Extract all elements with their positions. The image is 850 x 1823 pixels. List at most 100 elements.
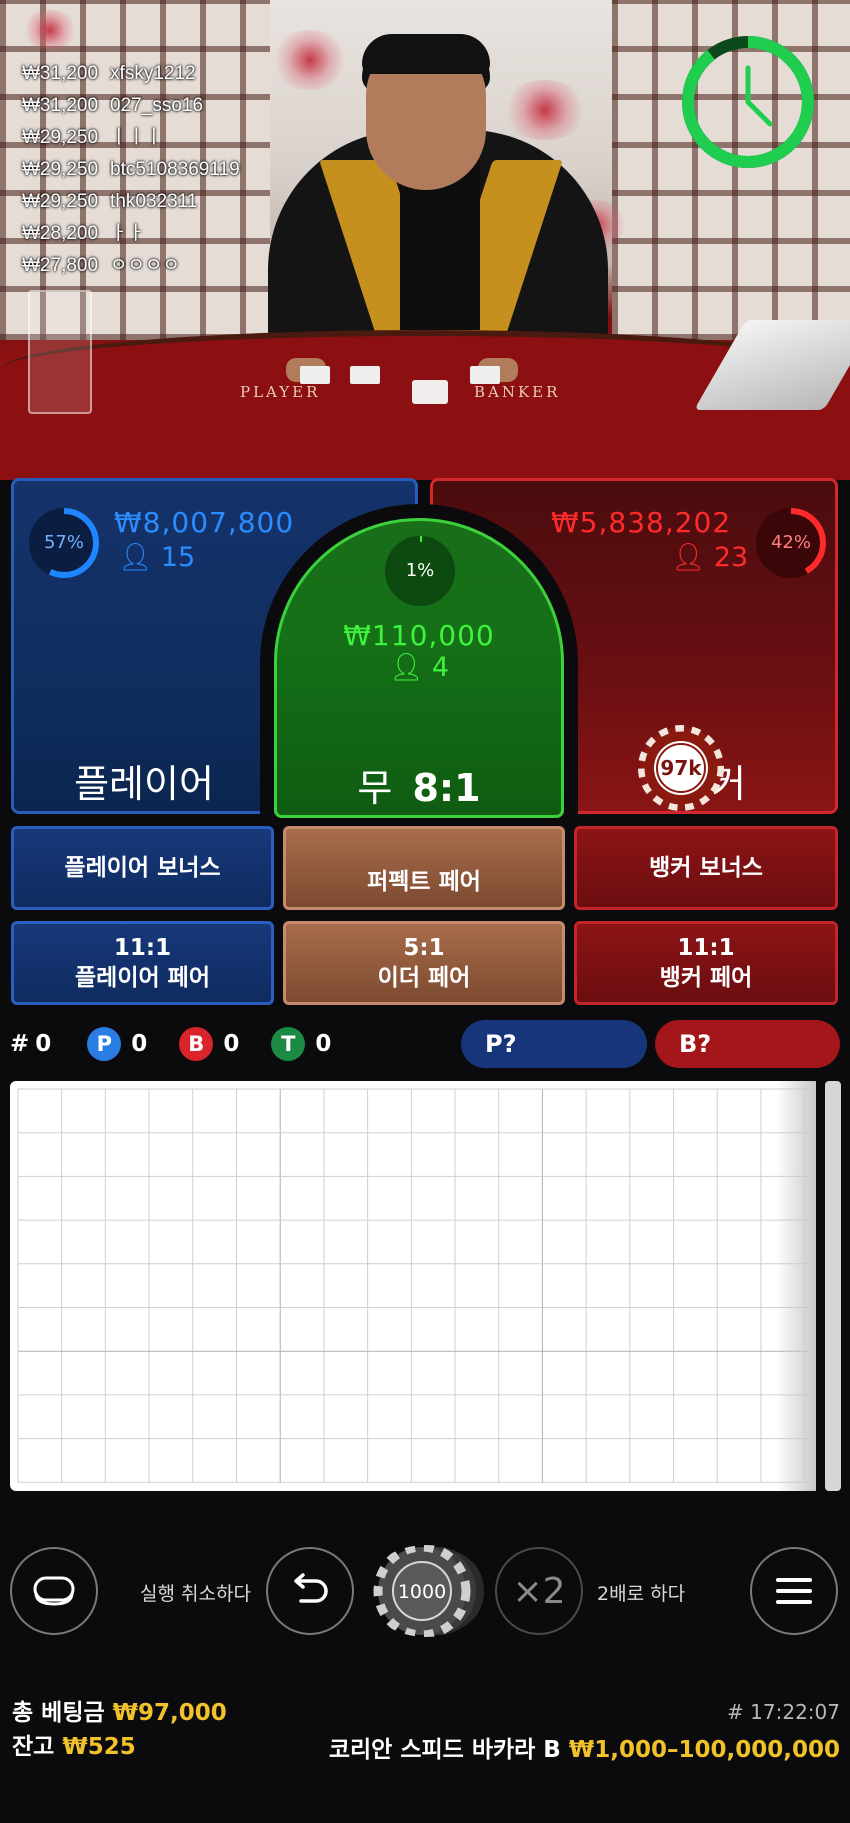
live-bet-row: ₩28,200 ㅏㅏ — [22, 218, 252, 250]
player-pair-button[interactable]: 11:1 플레이어 페어 — [11, 921, 274, 1005]
chip-selector[interactable]: 1000 — [366, 1545, 486, 1637]
live-bet-user: ㅏㅏ — [110, 223, 146, 244]
table-info: 코리안 스피드 바카라 B ₩1,000–100,000,000 — [329, 1730, 840, 1764]
clock-icon — [682, 36, 814, 168]
dealer-hair — [362, 34, 490, 74]
player-total-amount: ₩8,007,800 — [114, 506, 295, 539]
table-name: 코리안 스피드 바카라 B — [328, 1737, 561, 1763]
tie-payout: 8:1 — [412, 766, 481, 810]
live-bet-row: ₩29,250 btc5108369119 — [22, 154, 252, 186]
tie-win-icon: T — [271, 1027, 306, 1061]
banker-bettor-count: 23 — [713, 542, 749, 573]
banker-bonus-label: 뱅커 보너스 — [649, 855, 763, 881]
live-bet-row: ₩31,200 xfsky1212 — [22, 58, 252, 90]
player-pair-odds: 11:1 — [113, 935, 172, 961]
roadmap-grid[interactable] — [10, 1081, 816, 1491]
banker-pair-label: 뱅커 페어 — [659, 965, 753, 991]
player-bonus-button[interactable]: 플레이어 보너스 — [11, 826, 274, 910]
predict-banker-button[interactable]: B? — [655, 1020, 840, 1068]
banker-win-count: 0 — [223, 1031, 240, 1057]
placed-chip[interactable]: 97k — [638, 725, 724, 811]
perfect-pair-label: 퍼펙트 페어 — [367, 869, 481, 895]
menu-button[interactable] — [750, 1547, 838, 1635]
predict-player-button[interactable]: P? — [461, 1020, 647, 1068]
live-bet-amount: ₩29,250 — [22, 159, 99, 180]
hamburger-menu-icon — [776, 1578, 812, 1604]
live-bet-user: xfsky1212 — [110, 63, 196, 84]
live-bet-row: ₩31,200 027_sso16 — [22, 90, 252, 122]
undo-label: 실행 취소하다 — [140, 1583, 251, 1605]
tie-win-count: 0 — [315, 1031, 332, 1057]
roadmap-grid-lines — [17, 1088, 808, 1483]
live-bet-row: ₩29,250 thk032311 — [22, 186, 252, 218]
live-bet-user: thk032311 — [110, 191, 198, 212]
tie-bettor-count: 4 — [431, 652, 450, 683]
tie-bet-area[interactable]: 1% ₩110,000 👤︎ 4 무 8:1 — [274, 518, 564, 818]
perfect-pair-button[interactable]: 퍼펙트 페어 — [283, 826, 565, 910]
banker-pair-button[interactable]: 11:1 뱅커 페어 — [574, 921, 838, 1005]
balance-label: 잔고 — [12, 1734, 55, 1760]
blossom-decoration — [20, 10, 80, 50]
table-player-label: PLAYER — [240, 383, 321, 401]
discard-holder — [28, 290, 92, 414]
round-time: # 17:22:07 — [727, 1700, 840, 1724]
undo-button[interactable] — [266, 1547, 354, 1635]
rounds-count: 0 — [35, 1031, 52, 1057]
live-bet-user: btc5108369119 — [110, 159, 240, 180]
player-percent: 57% — [43, 532, 84, 553]
chip-value: 1000 — [398, 1581, 446, 1603]
card — [300, 366, 330, 384]
live-bets-list: ₩31,200 xfsky1212 ₩31,200 027_sso16 ₩29,250 ㅣ… — [22, 58, 252, 282]
tie-percent: 1% — [405, 560, 435, 581]
card-shoe-icon — [412, 380, 448, 404]
live-bet-amount: ₩29,250 — [22, 127, 99, 148]
table-limits: ₩1,000–100,000,000 — [568, 1737, 840, 1763]
player-percent-wrap: 57% — [26, 505, 102, 581]
player-pair-label: 플레이어 페어 — [75, 965, 210, 991]
banker-win-icon: B — [179, 1027, 214, 1061]
blossom-decoration — [500, 80, 590, 140]
live-bet-amount: ₩27,800 — [22, 255, 99, 276]
double-label: 2배로 하다 — [597, 1583, 686, 1605]
live-bet-amount: ₩31,200 — [22, 63, 99, 84]
banker-pair-odds: 11:1 — [677, 935, 735, 961]
live-bet-row: ₩29,250 ㅣㅣㅣ — [22, 122, 252, 154]
bet-summary: 총 베팅금 ₩97,000 잔고 ₩525 — [12, 1696, 227, 1764]
undo-icon — [294, 1573, 328, 1603]
either-pair-button[interactable]: 5:1 이더 페어 — [283, 921, 565, 1005]
table-banker-label: BANKER — [474, 383, 561, 401]
live-bet-amount: ₩29,250 — [22, 191, 99, 212]
user-icon: 👤︎ — [118, 542, 153, 573]
player-bettor-count: 15 — [160, 542, 196, 573]
tie-total-amount: ₩110,000 — [343, 619, 495, 652]
user-icon: 👤︎ — [671, 542, 706, 573]
player-win-count: 0 — [131, 1031, 148, 1057]
player-bonus-label: 플레이어 보너스 — [64, 855, 221, 881]
tie-label: 무 — [357, 766, 393, 810]
banker-total-amount: ₩5,838,202 — [551, 506, 732, 539]
table-icon — [33, 1576, 75, 1606]
either-pair-odds: 5:1 — [403, 935, 445, 961]
banker-bonus-button[interactable]: 뱅커 보너스 — [574, 826, 838, 910]
player-label: 플레이어 — [74, 762, 214, 806]
round-stats: # 0 P 0 B 0 T 0 — [10, 1022, 331, 1066]
lobby-button[interactable] — [10, 1547, 98, 1635]
either-pair-label: 이더 페어 — [377, 965, 471, 991]
live-bet-user: ㅇㅇㅇㅇ — [110, 255, 180, 276]
total-bet-label: 총 베팅금 — [12, 1700, 105, 1726]
live-bet-row: ₩27,800 ㅇㅇㅇㅇ — [22, 250, 252, 282]
player-win-icon: P — [87, 1027, 122, 1061]
card — [350, 366, 380, 384]
placed-chip-value: 97k — [660, 756, 702, 780]
live-bet-amount: ₩31,200 — [22, 95, 99, 116]
live-bet-user: 027_sso16 — [110, 95, 204, 116]
double-button[interactable]: ×2 — [495, 1547, 583, 1635]
banker-percent: 42% — [770, 532, 811, 553]
card — [470, 366, 500, 384]
roadmap-edge-shade — [776, 1081, 816, 1491]
double-symbol: ×2 — [512, 1570, 566, 1612]
user-icon: 👤︎ — [388, 652, 424, 683]
roadmap-scrollbar[interactable] — [825, 1081, 841, 1491]
live-bet-user: ㅣㅣㅣ — [110, 127, 163, 148]
banker-percent-wrap: 42% — [753, 505, 829, 581]
